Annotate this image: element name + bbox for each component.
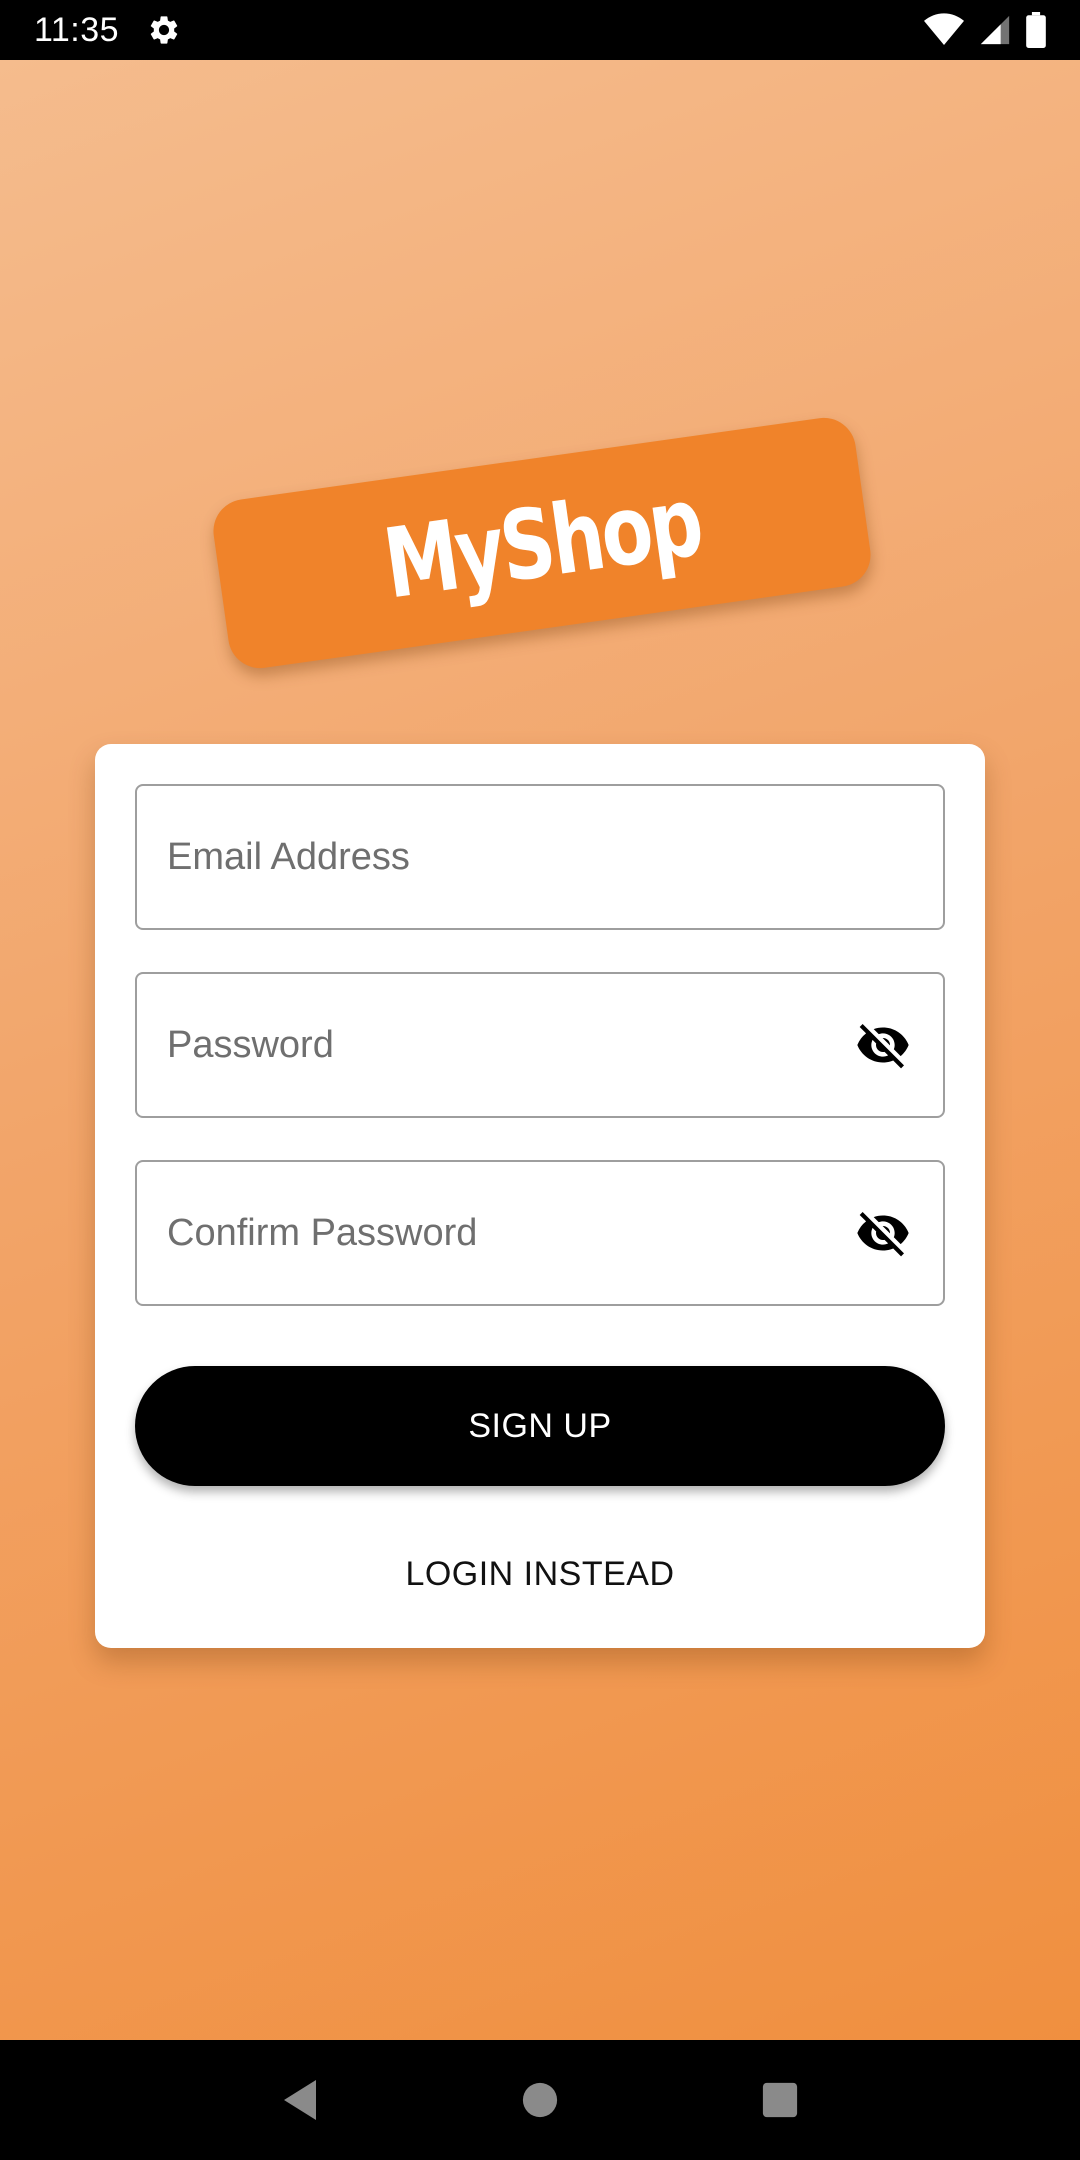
logo-badge: MyShop (209, 413, 875, 673)
status-bar: 11:35 (0, 0, 1080, 60)
status-icons (924, 12, 1046, 48)
eye-off-icon[interactable] (853, 1203, 913, 1263)
password-field[interactable] (135, 972, 945, 1118)
battery-icon (1026, 12, 1046, 48)
eye-off-icon[interactable] (853, 1015, 913, 1075)
login-instead-button[interactable]: LOGIN INSTEAD (95, 1544, 985, 1604)
email-field[interactable] (135, 784, 945, 930)
status-time: 11:35 (34, 10, 120, 49)
confirm-password-input[interactable] (167, 1211, 853, 1255)
password-input[interactable] (167, 1023, 853, 1067)
back-icon[interactable] (260, 2060, 340, 2140)
signal-icon (978, 13, 1012, 47)
confirm-password-field[interactable] (135, 1160, 945, 1306)
signup-button[interactable]: SIGN UP (135, 1366, 945, 1486)
email-input[interactable] (167, 835, 913, 879)
navigation-bar (0, 2040, 1080, 2160)
gear-icon (147, 13, 181, 47)
signup-card: SIGN UP LOGIN INSTEAD (95, 744, 985, 1648)
recents-icon[interactable] (740, 2060, 820, 2140)
signup-screen: 11:35 MyShop Email Address SIGN UP LOGIN… (0, 0, 1080, 2160)
app-logo: MyShop (377, 465, 707, 621)
wifi-icon (924, 13, 964, 47)
home-icon[interactable] (500, 2060, 580, 2140)
